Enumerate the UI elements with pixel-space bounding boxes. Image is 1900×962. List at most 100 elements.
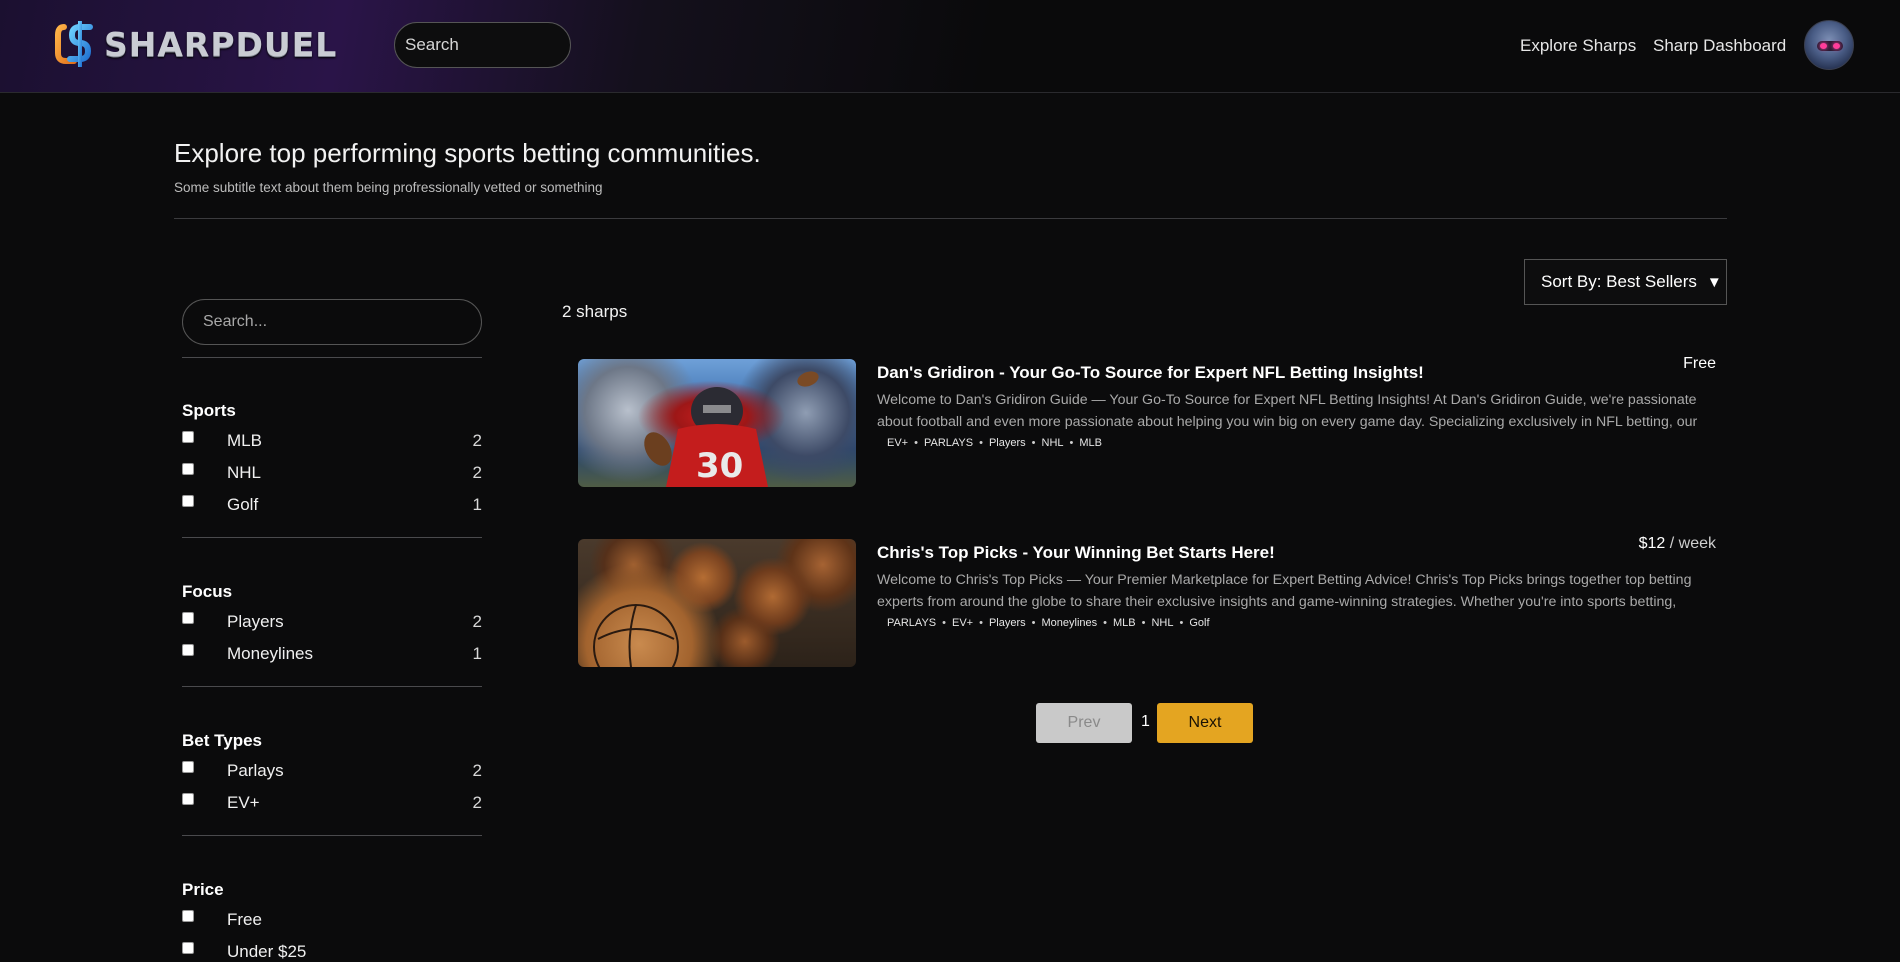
filter-option-count: 2 xyxy=(472,463,482,482)
tag: MLB xyxy=(1079,437,1102,449)
sharp-card-description: Welcome to Dan's Gridiron Guide — Your G… xyxy=(877,392,1698,430)
tag: Players xyxy=(988,617,1026,629)
checkbox[interactable] xyxy=(182,910,194,922)
tag-separator: • xyxy=(1103,617,1107,629)
filter-option-count: 1 xyxy=(472,644,482,663)
avatar-eye-right xyxy=(1833,43,1840,49)
tag: Moneylines xyxy=(1041,617,1098,629)
filter-option-under-25[interactable]: Under $25 xyxy=(182,942,482,962)
filter-option-nhl[interactable]: NHL 2 xyxy=(182,463,482,487)
filter-option-label: Parlays xyxy=(227,761,284,780)
filter-option-label: MLB xyxy=(227,431,262,450)
price-unit: / week xyxy=(1665,535,1716,552)
brand-name: SHARPDUEL xyxy=(104,24,338,64)
sort-dropdown[interactable]: Sort By: Best Sellers ▼ xyxy=(1524,259,1727,305)
filter-option-parlays[interactable]: Parlays 2 xyxy=(182,761,482,785)
sort-dropdown-label: Sort By: Best Sellers xyxy=(1541,272,1697,291)
checkbox[interactable] xyxy=(182,463,194,475)
tag: PARLAYS xyxy=(923,437,974,449)
filter-divider xyxy=(182,537,482,538)
checkbox[interactable] xyxy=(182,644,194,656)
tag: NHL xyxy=(1041,437,1064,449)
filter-option-count: 2 xyxy=(472,612,482,631)
football-player-image: 30 xyxy=(644,371,819,487)
filter-option-label: Moneylines xyxy=(227,644,313,663)
filter-group-price-title: Price xyxy=(182,880,224,899)
sharp-card[interactable]: Chris's Top Picks - Your Winning Bet Sta… xyxy=(578,535,1718,669)
nav-explore-sharps[interactable]: Explore Sharps xyxy=(1520,36,1636,56)
sharp-card-tags: PARLAYS • EV+ • Players • Moneylines • MLB • … xyxy=(887,617,1210,629)
pagination-prev-button[interactable]: Prev xyxy=(1036,703,1132,743)
sharp-card-price: $12 / week xyxy=(1639,535,1716,553)
sharp-card-image[interactable]: 30 xyxy=(578,359,856,487)
tag-separator: • xyxy=(1141,617,1146,629)
filter-option-moneylines[interactable]: Moneylines 1 xyxy=(182,644,482,668)
filter-option-free[interactable]: Free xyxy=(182,910,482,934)
filter-option-label: Free xyxy=(227,910,262,929)
user-avatar[interactable] xyxy=(1804,20,1854,70)
sharp-card[interactable]: 30 Dan's Gridiron - Your Go-To Source fo… xyxy=(578,355,1718,489)
checkbox[interactable] xyxy=(182,612,194,624)
filter-divider xyxy=(182,835,482,836)
filter-group-focus-title: Focus xyxy=(182,582,233,601)
pagination-current-page: 1 xyxy=(1141,713,1150,730)
checkbox[interactable] xyxy=(182,761,194,773)
svg-text:30: 30 xyxy=(696,446,743,486)
price-amount: Free xyxy=(1683,355,1716,372)
filter-search-input[interactable] xyxy=(182,299,482,345)
tag-separator: • xyxy=(1179,617,1184,629)
sharp-card-image[interactable] xyxy=(578,539,856,667)
tag-separator: • xyxy=(1031,617,1036,629)
filter-group-sports-title: Sports xyxy=(182,401,236,420)
sharp-card-price: Free xyxy=(1683,355,1716,373)
price-amount: $12 xyxy=(1638,535,1666,552)
brand-logo[interactable]: SHARPDUEL xyxy=(54,18,337,70)
tag-separator: • xyxy=(979,617,983,629)
checkbox[interactable] xyxy=(182,431,194,443)
filter-divider xyxy=(182,357,482,358)
avatar-eye-left xyxy=(1820,43,1827,49)
tag-separator: • xyxy=(1069,437,1074,449)
tag: PARLAYS xyxy=(887,617,937,629)
checkbox[interactable] xyxy=(182,495,194,507)
checkbox[interactable] xyxy=(182,793,194,805)
caret-down-icon: ▼ xyxy=(1706,273,1722,291)
sharp-card-tags: EV+ • PARLAYS • Players • NHL • MLB xyxy=(887,437,1102,449)
filter-option-label: EV+ xyxy=(227,793,260,812)
tag: EV+ xyxy=(951,617,974,629)
tag: NHL xyxy=(1151,617,1174,629)
nav-sharp-dashboard[interactable]: Sharp Dashboard xyxy=(1653,36,1786,56)
tag-separator: • xyxy=(1031,437,1036,449)
sharp-card-description: Welcome to Chris's Top Picks — Your Prem… xyxy=(877,572,1692,610)
top-header: SHARPDUEL Explore Sharps Sharp Dashboard xyxy=(0,0,1900,93)
filter-divider xyxy=(182,686,482,687)
page-subtitle: Some subtitle text about them being prof… xyxy=(174,180,603,195)
tag-separator: • xyxy=(942,617,946,629)
filter-option-label: NHL xyxy=(227,463,262,482)
tag: Golf xyxy=(1189,617,1210,629)
tag: MLB xyxy=(1113,617,1136,629)
filter-option-players[interactable]: Players 2 xyxy=(182,612,482,636)
filter-option-count: 2 xyxy=(472,761,482,780)
filter-option-ev-plus[interactable]: EV+ 2 xyxy=(182,793,482,817)
sharp-card-title[interactable]: Dan's Gridiron - Your Go-To Source for E… xyxy=(877,363,1424,383)
hero-divider xyxy=(174,218,1727,219)
pagination-next-button[interactable]: Next xyxy=(1157,703,1253,743)
tag: Players xyxy=(988,437,1026,449)
filter-option-golf[interactable]: Golf 1 xyxy=(182,495,482,519)
filter-option-count: 1 xyxy=(472,495,482,514)
page-title: Explore top performing sports betting co… xyxy=(174,138,761,168)
sharp-card-title[interactable]: Chris's Top Picks - Your Winning Bet Sta… xyxy=(877,543,1275,563)
filter-option-mlb[interactable]: MLB 2 xyxy=(182,431,482,455)
results-count: 2 sharps xyxy=(562,302,628,321)
filter-option-label: Players xyxy=(227,612,284,631)
filter-option-label: Under $25 xyxy=(227,942,307,961)
filter-group-bet-types-title: Bet Types xyxy=(182,731,262,750)
tag: EV+ xyxy=(887,437,909,449)
header-search-input[interactable] xyxy=(394,22,571,68)
logo-icon xyxy=(55,21,93,67)
checkbox[interactable] xyxy=(182,942,194,954)
tag-separator: • xyxy=(914,437,918,449)
tag-separator: • xyxy=(979,437,983,449)
basketballs-image xyxy=(593,604,679,667)
